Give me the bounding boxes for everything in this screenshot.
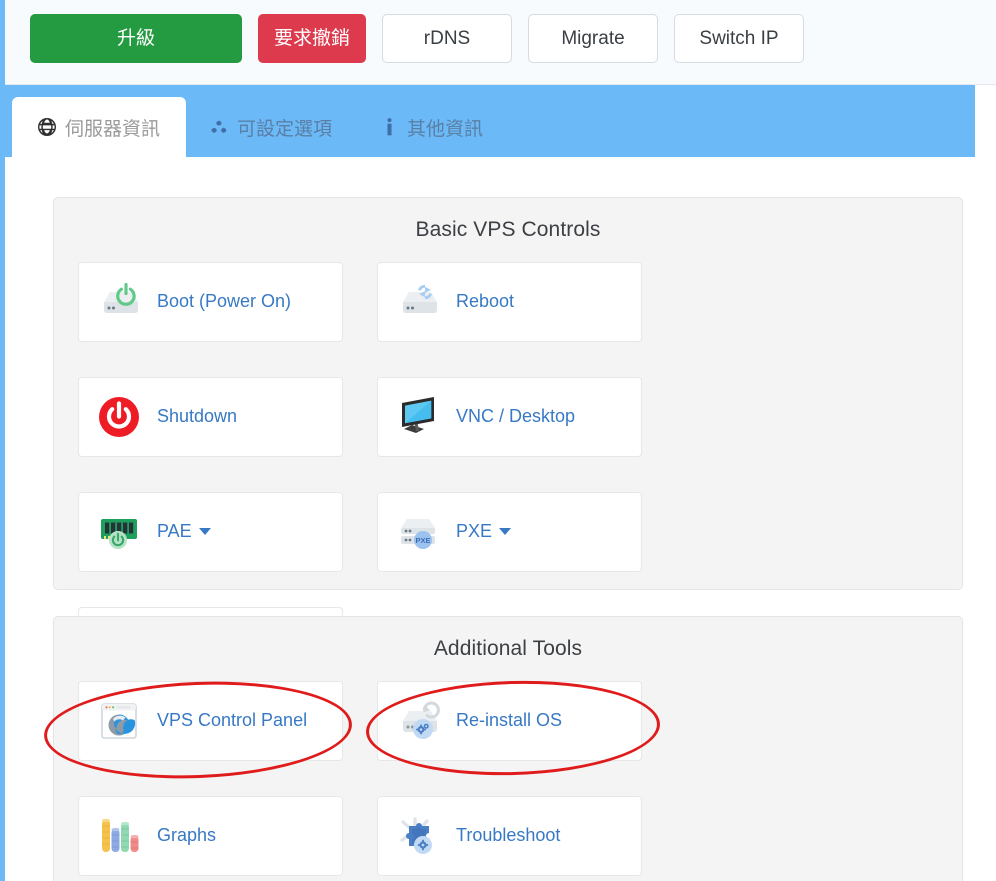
tab-server-info[interactable]: 伺服器資訊 (12, 97, 187, 157)
boot-power-on-card[interactable]: Boot (Power On) (78, 262, 343, 342)
tab-configurable-options-label: 可設定選項 (237, 118, 333, 140)
tab-bar: 伺服器資訊 可設定選項 其他資訊 (5, 85, 975, 157)
upgrade-button-label: 升級 (116, 28, 155, 49)
server-power-on-icon (95, 278, 143, 326)
reinstall-os-label: Re-install OS (456, 710, 563, 731)
chevron-down-icon[interactable] (198, 528, 211, 536)
pxe-card[interactable]: PXE PXE (377, 492, 642, 572)
panel-basic-vps-controls: Basic VPS Controls Boot (Power On) Reboo… (53, 197, 963, 687)
reboot-card[interactable]: Reboot (377, 262, 642, 342)
chevron-down-icon[interactable] (499, 528, 512, 536)
vps-control-panel-card[interactable]: VPS Control Panel (78, 681, 343, 761)
switch-ip-button[interactable]: Switch IP (674, 14, 804, 63)
browser-panel-icon (95, 697, 143, 745)
tab-other-info-label: 其他資訊 (407, 118, 484, 140)
cubes-icon (210, 117, 228, 137)
page-root: 升級 要求撤銷 rDNS Migrate Switch IP 伺服器資訊 可設定… (0, 0, 996, 881)
bar-chart-icon (95, 812, 143, 860)
pxe-label: PXE (456, 520, 512, 543)
server-reboot-icon (394, 278, 442, 326)
upgrade-button[interactable]: 升級 (30, 14, 242, 63)
graphs-card[interactable]: Graphs (78, 796, 343, 876)
power-off-icon (95, 393, 143, 441)
tab-other-info[interactable]: 其他資訊 (356, 97, 507, 157)
globe-icon (38, 117, 56, 137)
server-gears-icon (394, 697, 442, 745)
pxe-text: PXE (456, 521, 493, 542)
request-cancellation-button-label: 要求撤銷 (273, 28, 350, 49)
boot-power-on-label: Boot (Power On) (157, 291, 292, 312)
request-cancellation-button[interactable]: 要求撤銷 (258, 14, 366, 63)
rdns-button-label: rDNS (423, 28, 471, 49)
reinstall-os-card[interactable]: Re-install OS (377, 681, 642, 761)
migrate-button-label: Migrate (561, 28, 625, 49)
panel-basic-title: Basic VPS Controls (415, 218, 601, 241)
action-bar: 升級 要求撤銷 rDNS Migrate Switch IP (5, 0, 996, 85)
memory-stick-icon (95, 508, 143, 556)
troubleshoot-card[interactable]: Troubleshoot (377, 796, 642, 876)
pae-label: PAE (157, 520, 211, 543)
tab-configurable-options[interactable]: 可設定選項 (186, 97, 356, 157)
shutdown-card[interactable]: Shutdown (78, 377, 343, 457)
tab-list: 伺服器資訊 可設定選項 其他資訊 (5, 97, 507, 157)
switch-ip-button-label: Switch IP (699, 28, 779, 49)
pxe-server-icon: PXE (394, 508, 442, 556)
puzzle-gear-icon (394, 812, 442, 860)
info-icon (380, 117, 398, 137)
monitor-icon (394, 393, 442, 441)
troubleshoot-label: Troubleshoot (456, 825, 561, 846)
shutdown-label: Shutdown (157, 406, 238, 427)
tab-server-info-label: 伺服器資訊 (65, 118, 161, 140)
rdns-button[interactable]: rDNS (382, 14, 512, 63)
panel-additional-tools: Additional Tools VPS Control Panel Re-in… (53, 616, 963, 881)
action-button-row: 升級 要求撤銷 rDNS Migrate Switch IP (30, 14, 804, 63)
pae-card[interactable]: PAE (78, 492, 343, 572)
reboot-label: Reboot (456, 291, 515, 312)
vps-control-panel-label: VPS Control Panel (157, 710, 308, 731)
vnc-desktop-card[interactable]: VNC / Desktop (377, 377, 642, 457)
pae-text: PAE (157, 521, 192, 542)
panel-tools-title: Additional Tools (433, 637, 583, 660)
migrate-button[interactable]: Migrate (528, 14, 658, 63)
graphs-label: Graphs (157, 825, 217, 846)
svg-text:PXE: PXE (415, 536, 430, 545)
additional-tools-grid: VPS Control Panel Re-install OS Graphs T… (78, 681, 940, 876)
content-area: Basic VPS Controls Boot (Power On) Reboo… (5, 157, 996, 881)
vnc-desktop-label: VNC / Desktop (456, 406, 576, 427)
